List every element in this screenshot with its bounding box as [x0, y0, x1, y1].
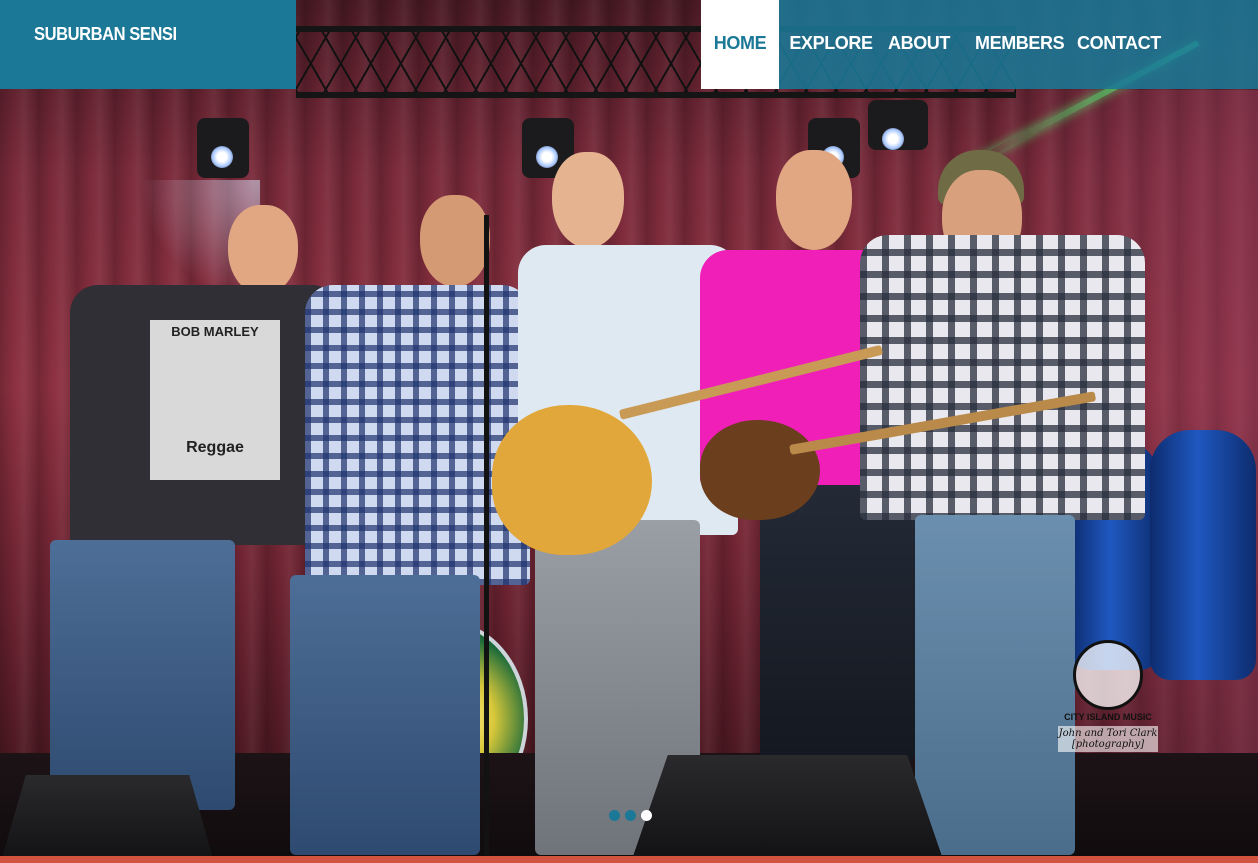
shirt-print-sub: Reggae: [186, 439, 244, 456]
brand-panel: SUBURBAN SENSI: [0, 0, 296, 89]
nav-contact[interactable]: CONTACT: [1077, 0, 1161, 89]
bass-guitar: [700, 420, 820, 520]
nav-home[interactable]: HOME: [701, 0, 779, 89]
slider-dot-2[interactable]: [625, 810, 636, 821]
conga-drum: [1150, 430, 1256, 680]
nav-explore[interactable]: EXPLORE: [789, 0, 873, 89]
main-nav: HOME EXPLORE ABOUT MEMBERS CONTACT: [701, 0, 1258, 89]
hero-image: BOB MARLEY Reggae CITY ISLAND MUSIC John…: [0, 0, 1258, 863]
watermark-signature: John and Tori Clark [photography]: [1058, 726, 1158, 752]
guitar: [492, 405, 652, 555]
mic-stand: [484, 215, 489, 855]
watermark-brand: CITY ISLAND MUSIC: [1064, 712, 1152, 722]
stage-monitor: [630, 755, 945, 863]
bottom-accent-bar: [0, 856, 1258, 863]
photographer-watermark: CITY ISLAND MUSIC John and Tori Clark [p…: [1058, 640, 1158, 752]
slider-dot-3[interactable]: [641, 810, 652, 821]
stage-monitor: [0, 775, 215, 863]
shirt-print: BOB MARLEY: [171, 324, 259, 339]
palm-tree-icon: [1073, 640, 1143, 710]
nav-about[interactable]: ABOUT: [887, 0, 951, 89]
nav-members[interactable]: MEMBERS: [975, 0, 1065, 89]
stage-light: [868, 100, 928, 150]
stage-light: [197, 118, 249, 178]
slider-dot-1[interactable]: [609, 810, 620, 821]
site-logo[interactable]: SUBURBAN SENSI: [34, 24, 177, 45]
